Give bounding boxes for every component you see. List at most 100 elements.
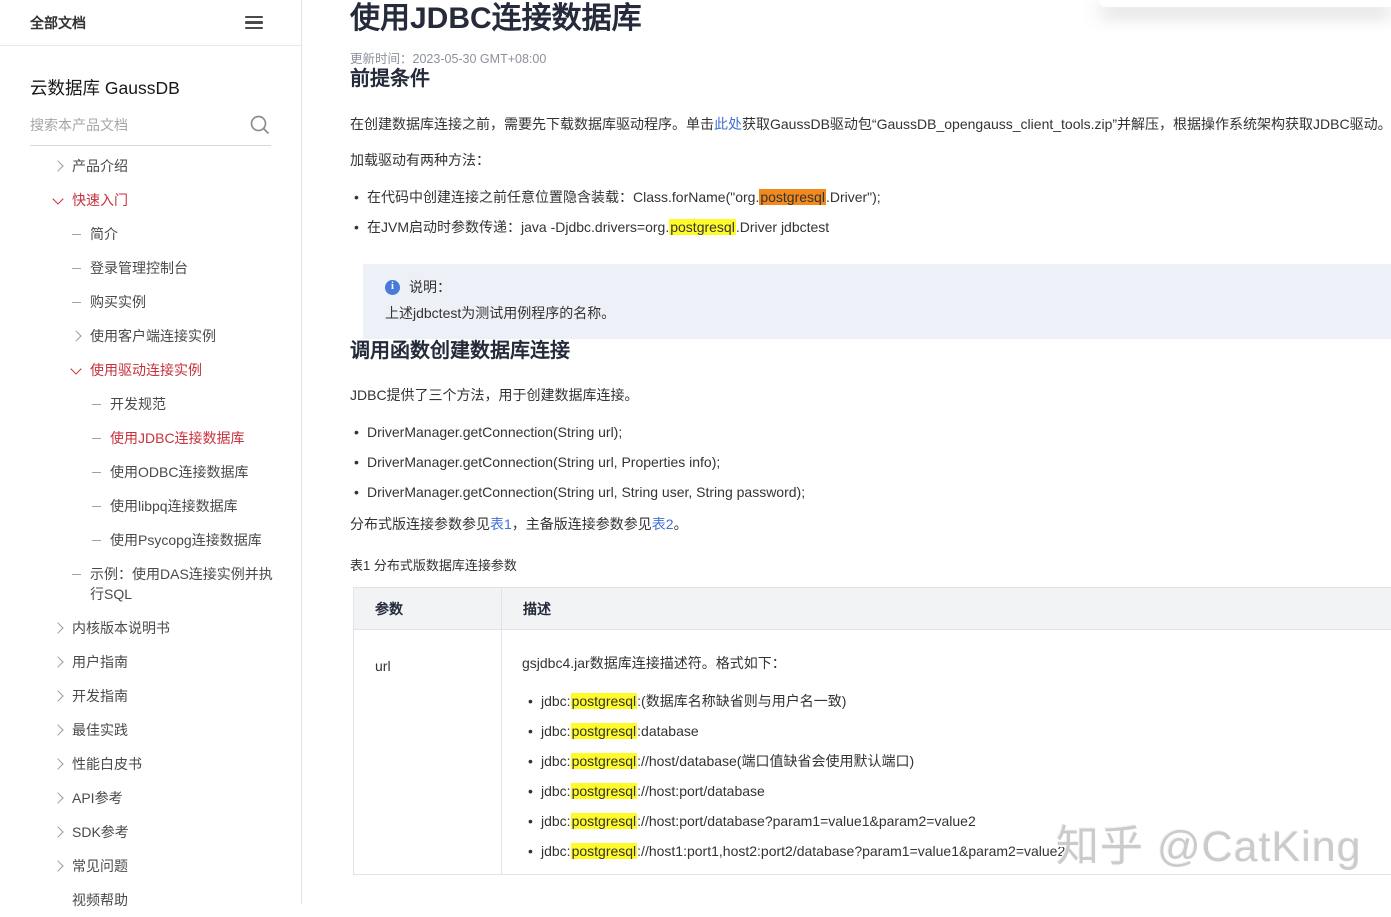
sidebar-item[interactable]: 简介 <box>0 217 301 251</box>
search-highlight-yellow: postgresql <box>571 843 638 859</box>
sidebar-item[interactable]: 开发指南 <box>0 679 301 713</box>
sidebar-item[interactable]: 使用驱动连接实例 <box>0 353 301 387</box>
search-highlight-yellow: postgresql <box>669 219 736 235</box>
sidebar-item[interactable]: 内核版本说明书 <box>0 611 301 645</box>
chevron-right-icon[interactable] <box>54 856 72 876</box>
sidebar-item-label: 登录管理控制台 <box>90 258 285 278</box>
sidebar-item-label: 开发指南 <box>72 686 285 706</box>
text-segment: 分布式版连接参数参见 <box>350 516 490 532</box>
sidebar-item-label: 最佳实践 <box>72 720 285 740</box>
chevron-right-icon[interactable] <box>72 326 90 346</box>
col-header-param: 参数 <box>354 588 502 630</box>
sidebar-item[interactable]: SDK参考 <box>0 815 301 849</box>
driver-load-list: 在代码中创建连接之前任意位置隐含装载：Class.forName("org.po… <box>350 187 1391 238</box>
chevron-right-icon[interactable] <box>54 686 72 706</box>
bullet-item: jdbc:postgresql://host1:port1,host2:port… <box>528 841 1391 862</box>
dash-icon <box>72 564 90 584</box>
sidebar-item[interactable]: 产品介绍 <box>0 149 301 183</box>
search-highlight-yellow: postgresql <box>571 813 638 829</box>
chevron-right-icon[interactable] <box>54 652 72 672</box>
doc-content: 使用JDBC连接数据库 更新时间：2023-05-30 GMT+08:00 前提… <box>303 0 1391 904</box>
prereq-paragraph: 在创建数据库连接之前，需要先下载数据库驱动程序。单击此处获取GaussDB驱动包… <box>350 114 1391 135</box>
chevron-right-icon[interactable] <box>54 822 72 842</box>
sidebar-item-label: 使用ODBC连接数据库 <box>110 462 285 482</box>
sidebar-item[interactable]: 最佳实践 <box>0 713 301 747</box>
bullet-item: jdbc:postgresql://host:port/database <box>528 781 1391 802</box>
sidebar-item[interactable]: 常见问题 <box>0 849 301 883</box>
chevron-right-icon[interactable] <box>54 788 72 808</box>
all-docs-label[interactable]: 全部文档 <box>30 13 86 33</box>
sidebar-item[interactable]: 开发规范 <box>0 387 301 421</box>
note-header: i 说明： <box>385 277 1391 297</box>
chevron-right-icon[interactable] <box>54 618 72 638</box>
load-driver-paragraph: 加载驱动有两种方法： <box>350 150 1391 171</box>
bullet-item: jdbc:postgresql:(数据库名称缺省则与用户名一致) <box>528 691 1391 712</box>
inline-link[interactable]: 此处 <box>714 116 742 132</box>
inline-link[interactable]: 表1 <box>490 516 512 532</box>
sidebar-item-label: 使用客户端连接实例 <box>90 326 285 346</box>
product-title: 云数据库 GaussDB <box>30 75 271 100</box>
dash-icon <box>92 428 110 448</box>
search-input[interactable] <box>30 117 249 133</box>
chevron-right-icon[interactable] <box>54 754 72 774</box>
inline-link[interactable]: 表2 <box>652 516 674 532</box>
sidebar-item[interactable]: 登录管理控制台 <box>0 251 301 285</box>
sidebar-item-label: API参考 <box>72 788 285 808</box>
sidebar-item-label: 简介 <box>90 224 285 244</box>
sidebar-item-label: 常见问题 <box>72 856 285 876</box>
sidebar-item[interactable]: 使用ODBC连接数据库 <box>0 455 301 489</box>
bullet-item: jdbc:postgresql:database <box>528 721 1391 742</box>
text-segment: jdbc: <box>541 723 571 739</box>
jdbc-url-list: jdbc:postgresql:(数据库名称缺省则与用户名一致)jdbc:pos… <box>522 691 1391 862</box>
chevron-down-icon[interactable] <box>54 190 72 210</box>
sidebar-item-label: 快速入门 <box>72 190 285 210</box>
sidebar-header: 全部文档 <box>0 0 301 46</box>
sidebar-item-label: 使用libpq连接数据库 <box>110 496 285 516</box>
sidebar-item[interactable]: 用户指南 <box>0 645 301 679</box>
sidebar-item[interactable]: 购买实例 <box>0 285 301 319</box>
search-icon[interactable] <box>249 114 271 136</box>
text-segment: 在JVM启动时参数传递：java -Djdbc.drivers=org. <box>367 219 669 235</box>
search-highlight-orange: postgresql <box>759 189 826 205</box>
sidebar-item-label: 示例：使用DAS连接实例并执行SQL <box>90 564 285 604</box>
sidebar-item[interactable]: 示例：使用DAS连接实例并执行SQL <box>0 557 301 611</box>
col-header-desc: 描述 <box>502 588 1391 630</box>
note-label: 说明： <box>409 277 451 297</box>
dash-icon <box>72 292 90 312</box>
section-heading-prerequisites: 前提条件 <box>350 67 1391 91</box>
menu-icon[interactable] <box>245 16 263 29</box>
text-segment: ://host1:port1,host2:port2/database?para… <box>637 843 1065 859</box>
desc-cell: gsjdbc4.jar数据库连接描述符。格式如下： jdbc:postgresq… <box>502 630 1391 875</box>
dash-icon <box>92 462 110 482</box>
sidebar-item[interactable]: API参考 <box>0 781 301 815</box>
sidebar-item-label: 使用Psycopg连接数据库 <box>110 530 285 550</box>
bullet-item: jdbc:postgresql://host:port/database?par… <box>528 811 1391 832</box>
chevron-right-icon[interactable] <box>54 156 72 176</box>
chevron-down-icon[interactable] <box>72 360 90 380</box>
table-refs-paragraph: 分布式版连接参数参见表1，主备版连接参数参见表2。 <box>350 514 1391 535</box>
sidebar-item[interactable]: 使用Psycopg连接数据库 <box>0 523 301 557</box>
sidebar-item-label: 性能白皮书 <box>72 754 285 774</box>
search-highlight-yellow: postgresql <box>571 753 638 769</box>
bullet-item: DriverManager.getConnection(String url, … <box>354 482 1391 503</box>
sidebar-item[interactable]: 视频帮助 <box>0 883 301 917</box>
search-highlight-yellow: postgresql <box>571 783 638 799</box>
text-segment: ，主备版连接参数参见 <box>512 516 652 532</box>
chevron-right-icon[interactable] <box>54 720 72 740</box>
text-segment: ://host:port/database?param1=value1&para… <box>637 813 976 829</box>
search-box[interactable] <box>30 110 271 146</box>
dash-icon <box>92 394 110 414</box>
sidebar-item[interactable]: 使用JDBC连接数据库 <box>0 421 301 455</box>
text-segment: .Driver"); <box>826 189 881 205</box>
text-segment: .Driver jdbctest <box>736 219 829 235</box>
sidebar-item[interactable]: 性能白皮书 <box>0 747 301 781</box>
sidebar-item[interactable]: 使用客户端连接实例 <box>0 319 301 353</box>
text-segment: jdbc: <box>541 813 571 829</box>
sidebar-item-label: 用户指南 <box>72 652 285 672</box>
sidebar-item-label: 使用驱动连接实例 <box>90 360 285 380</box>
sidebar-item[interactable]: 快速入门 <box>0 183 301 217</box>
text-segment: jdbc: <box>541 783 571 799</box>
corner-overlay-shadow <box>1099 0 1391 7</box>
text-segment: DriverManager.getConnection(String url); <box>367 424 622 440</box>
sidebar-item[interactable]: 使用libpq连接数据库 <box>0 489 301 523</box>
